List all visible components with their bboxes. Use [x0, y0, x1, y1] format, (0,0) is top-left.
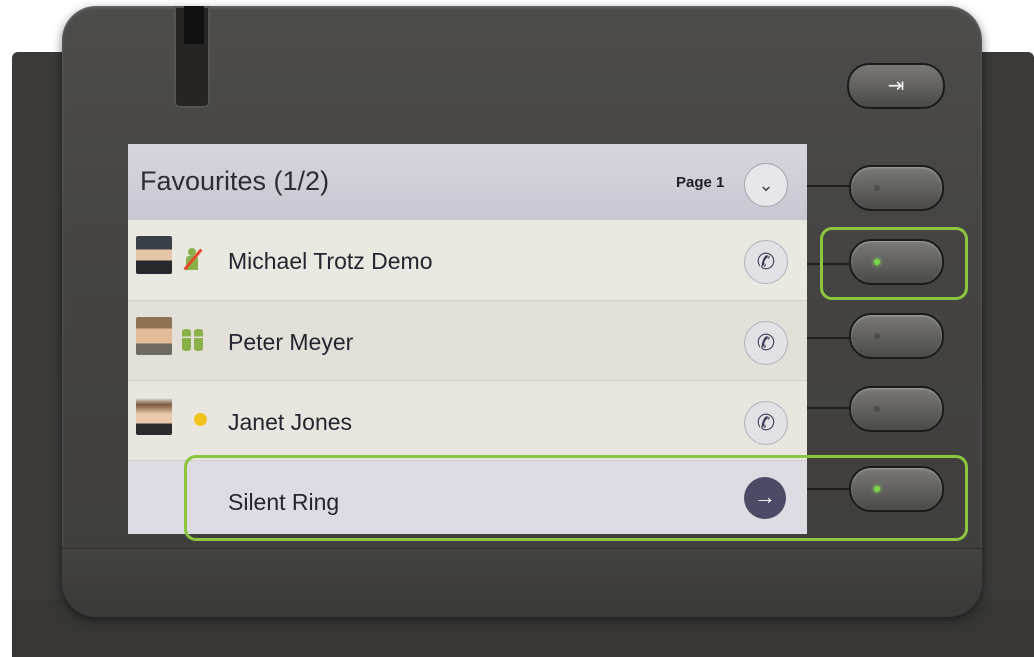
avatar [136, 397, 172, 435]
line-key-3[interactable] [849, 313, 944, 359]
phone-icon: ✆ [756, 410, 776, 435]
handset-hook [184, 6, 204, 44]
line-key-4[interactable] [849, 386, 944, 432]
page-label: Page 1 [676, 174, 725, 191]
presence-available-icon [182, 329, 204, 351]
phone-icon: ✆ [756, 249, 776, 274]
exit-key[interactable]: ⇥ [847, 63, 945, 109]
contact-name: Michael Trotz Demo [228, 248, 433, 274]
key-led [874, 333, 880, 339]
favourite-row[interactable]: Peter Meyer ✆ [128, 300, 807, 381]
line-key-1[interactable] [849, 165, 944, 211]
presence-away-icon [194, 413, 207, 426]
chevron-down-icon: ⌄ [758, 175, 774, 195]
phone-icon: ✆ [756, 330, 776, 355]
call-button[interactable]: ✆ [744, 240, 788, 284]
call-button[interactable]: ✆ [744, 401, 788, 445]
contact-name: Peter Meyer [228, 329, 354, 355]
key-led [874, 406, 880, 412]
contact-name: Janet Jones [228, 409, 353, 435]
favourite-row[interactable]: Michael Trotz Demo ✆ [128, 220, 807, 300]
silent-ring-highlight [184, 455, 968, 541]
key-connector [807, 407, 849, 409]
key-connector [807, 337, 849, 339]
exit-icon: ⇥ [887, 75, 905, 97]
page-title: Favourites (1/2) [140, 166, 330, 196]
call-button[interactable]: ✆ [744, 321, 788, 365]
favourite-row[interactable]: Janet Jones ✆ [128, 380, 807, 461]
header-bar: Favourites (1/2) Page 1 ⌄ [128, 144, 807, 220]
avatar [136, 236, 172, 274]
phone-bezel-lower [62, 548, 982, 617]
key-highlight [820, 227, 968, 300]
key-led [874, 185, 880, 191]
page-down-button[interactable]: ⌄ [744, 163, 788, 207]
key-connector [807, 185, 849, 187]
avatar [136, 317, 172, 355]
